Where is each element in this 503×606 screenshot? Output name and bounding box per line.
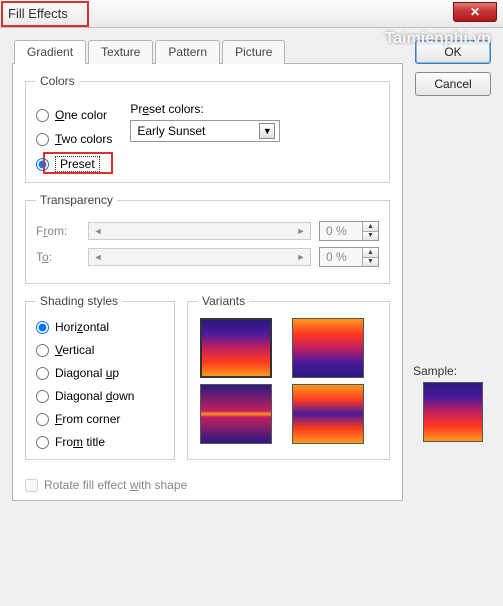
rotate-label: Rotate fill effect with shape — [44, 478, 187, 492]
spin-up-icon[interactable]: ▲ — [362, 222, 378, 232]
rotate-checkbox-row[interactable]: Rotate fill effect with shape — [25, 478, 390, 492]
radio-horizontal[interactable]: Horizontal — [36, 320, 164, 334]
close-icon: ✕ — [470, 5, 480, 19]
radio-preset-input[interactable] — [36, 158, 49, 171]
variants-group: Variants — [187, 294, 390, 460]
gradient-panel: Colors One color Two colors — [12, 63, 403, 501]
tab-pattern[interactable]: Pattern — [155, 40, 220, 64]
colors-legend: Colors — [36, 74, 79, 88]
ok-button[interactable]: OK — [415, 40, 491, 64]
radio-one-color[interactable]: One color — [36, 108, 112, 122]
tab-gradient[interactable]: Gradient — [14, 40, 86, 64]
shading-group: Shading styles Horizontal Vertical Diago… — [25, 294, 175, 460]
spin-down-icon[interactable]: ▼ — [362, 232, 378, 241]
radio-one-color-input[interactable] — [36, 109, 49, 122]
from-slider[interactable]: ◄ ► — [88, 222, 311, 240]
radio-from-title[interactable]: From title — [36, 435, 164, 449]
spin-up-icon[interactable]: ▲ — [362, 248, 378, 258]
variant-2[interactable] — [292, 318, 364, 378]
rotate-checkbox[interactable] — [25, 479, 38, 492]
to-slider[interactable]: ◄ ► — [88, 248, 311, 266]
to-label: To: — [36, 250, 80, 264]
sample-label: Sample: — [413, 364, 457, 378]
radio-vertical[interactable]: Vertical — [36, 343, 164, 357]
transparency-legend: Transparency — [36, 193, 117, 207]
radio-diagonal-down[interactable]: Diagonal down — [36, 389, 164, 403]
transparency-group: Transparency From: ◄ ► 0 % ▲▼ To: ◄ — [25, 193, 390, 284]
radio-one-color-label: One color — [55, 108, 107, 122]
chevron-right-icon[interactable]: ► — [294, 224, 308, 238]
radio-from-corner[interactable]: From corner — [36, 412, 164, 426]
dialog-body: Gradient Texture Pattern Picture Colors … — [0, 28, 503, 606]
to-value: 0 % — [326, 250, 347, 264]
radio-two-colors[interactable]: Two colors — [36, 132, 112, 146]
tab-picture[interactable]: Picture — [222, 40, 285, 64]
variants-legend: Variants — [198, 294, 249, 308]
preset-colors-label: Preset colors: — [130, 102, 280, 116]
from-value: 0 % — [326, 224, 347, 238]
radio-preset[interactable]: Preset — [36, 156, 112, 172]
variant-3[interactable] — [200, 384, 272, 444]
from-spinbox[interactable]: 0 % ▲▼ — [319, 221, 379, 241]
variant-1[interactable] — [200, 318, 272, 378]
close-button[interactable]: ✕ — [453, 2, 497, 22]
tab-strip: Gradient Texture Pattern Picture — [12, 40, 403, 64]
chevron-down-icon[interactable]: ▼ — [259, 123, 275, 139]
cancel-button[interactable]: Cancel — [415, 72, 491, 96]
chevron-left-icon[interactable]: ◄ — [91, 224, 105, 238]
radio-preset-label: Preset — [55, 156, 100, 172]
from-label: From: — [36, 224, 80, 238]
spin-down-icon[interactable]: ▼ — [362, 258, 378, 267]
window-title: Fill Effects — [8, 6, 68, 21]
colors-group: Colors One color Two colors — [25, 74, 390, 183]
sample-swatch — [423, 382, 483, 442]
radio-two-colors-label: Two colors — [55, 132, 112, 146]
radio-diagonal-up[interactable]: Diagonal up — [36, 366, 164, 380]
shading-legend: Shading styles — [36, 294, 122, 308]
chevron-left-icon[interactable]: ◄ — [91, 250, 105, 264]
title-bar: Fill Effects ✕ — [0, 0, 503, 28]
variant-4[interactable] — [292, 384, 364, 444]
preset-colors-dropdown[interactable]: Early Sunset ▼ — [130, 120, 280, 142]
to-spinbox[interactable]: 0 % ▲▼ — [319, 247, 379, 267]
chevron-right-icon[interactable]: ► — [294, 250, 308, 264]
radio-two-colors-input[interactable] — [36, 133, 49, 146]
preset-colors-value: Early Sunset — [137, 124, 205, 138]
tab-texture[interactable]: Texture — [88, 40, 153, 64]
